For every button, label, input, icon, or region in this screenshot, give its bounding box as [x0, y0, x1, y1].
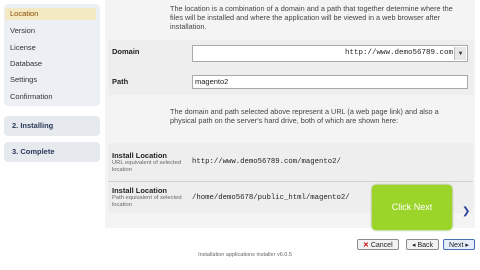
- domain-select[interactable]: http://www.demo56789.com ▼: [192, 45, 468, 62]
- path-value: magento2: [195, 77, 229, 86]
- callout-text: Click Next: [391, 202, 433, 212]
- next-arrow-icon: ▸: [465, 242, 469, 249]
- path-label: Path: [112, 77, 129, 86]
- sidebar-item-location[interactable]: Location: [5, 8, 96, 20]
- sidebar-item-settings[interactable]: Settings: [10, 75, 37, 84]
- install-location-sub: URL equivalent of selected location: [112, 160, 182, 173]
- next-label: Next: [449, 242, 464, 249]
- sidebar-item-confirmation[interactable]: Confirmation: [10, 92, 53, 101]
- sidebar: Location Version License Database Settin…: [0, 0, 102, 270]
- cancel-icon: ✕: [363, 242, 369, 249]
- intro-text: The location is a combination of a domai…: [170, 4, 453, 31]
- sidebar-item-license[interactable]: License: [10, 43, 36, 52]
- path-input[interactable]: magento2: [192, 75, 468, 89]
- cancel-label: Cancel: [370, 242, 393, 249]
- domain-value: http://www.demo56789.com: [344, 49, 453, 57]
- step-installing: 2. Installing: [4, 116, 100, 136]
- back-arrow-icon: ◂: [412, 242, 416, 249]
- install-location-label: Install Location: [112, 151, 168, 160]
- cursor-icon: ❯: [462, 206, 471, 217]
- step-complete: 3. Complete: [4, 142, 100, 162]
- sidebar-item-version[interactable]: Version: [10, 26, 35, 35]
- install-path-value: /home/demo5678/public_html/magento2/: [192, 194, 350, 202]
- divider: [108, 181, 473, 182]
- install-path-sub: Path equivalent of selected location: [112, 195, 182, 208]
- explain-text: The domain and path selected above repre…: [170, 107, 439, 125]
- install-location-url: http://www.demo56789.com/magento2/: [192, 158, 341, 166]
- footer-version: Installation applications installer v6.0…: [198, 252, 292, 258]
- install-path-label: Install Location: [112, 186, 168, 195]
- next-button[interactable]: Next ▸: [443, 239, 475, 250]
- domain-label: Domain: [112, 47, 140, 56]
- cancel-button[interactable]: ✕ Cancel: [357, 239, 399, 250]
- back-button[interactable]: ◂ Back: [406, 239, 440, 250]
- dropdown-arrow-icon[interactable]: ▼: [454, 47, 466, 60]
- back-label: Back: [417, 242, 434, 249]
- sidebar-item-database[interactable]: Database: [10, 59, 42, 68]
- click-next-callout: Click Next: [372, 185, 452, 230]
